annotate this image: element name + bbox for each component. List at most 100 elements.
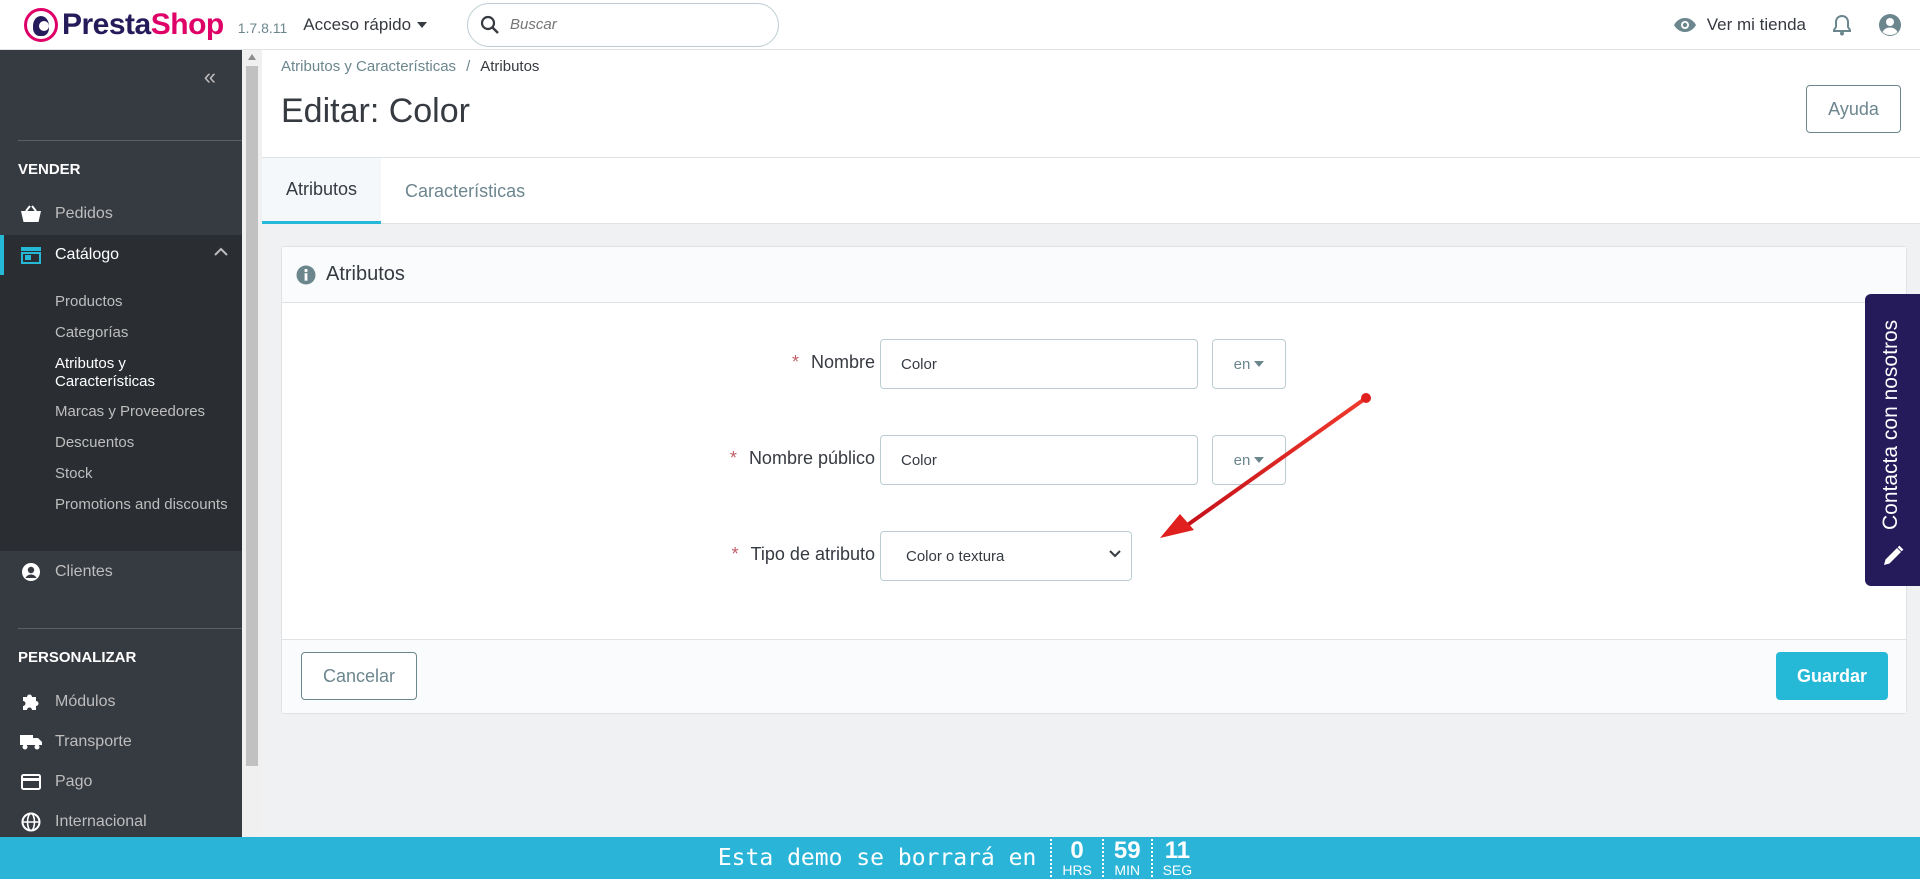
globe-icon xyxy=(21,812,41,832)
sidebar-item-shipping[interactable]: Transporte xyxy=(0,722,242,762)
hours-value: 0 xyxy=(1070,837,1084,864)
tab-attributes[interactable]: Atributos xyxy=(262,158,382,224)
prestashop-logo[interactable]: PrestaShop xyxy=(24,7,225,42)
name-language-dropdown[interactable]: en xyxy=(1212,339,1286,389)
sidebar-item-modules[interactable]: Módulos xyxy=(0,682,242,722)
sidebar-subitem-promotions[interactable]: Promotions and discounts xyxy=(55,496,230,514)
required-mark: * xyxy=(731,544,739,564)
view-store-link[interactable]: Ver mi tienda xyxy=(1673,15,1806,35)
form-row-name: * Nombre en xyxy=(282,339,1906,389)
hours-unit: HRS xyxy=(1062,862,1092,878)
sidebar-subitem-brands[interactable]: Marcas y Proveedores xyxy=(55,403,230,421)
countdown-seconds: 11 SEG xyxy=(1150,837,1203,878)
chevron-up-icon xyxy=(214,247,228,256)
demo-message: Esta demo se borrará en xyxy=(717,845,1037,871)
form-row-public-name: *Nombre público en xyxy=(282,435,1906,485)
sidebar-subitem-categories[interactable]: Categorías xyxy=(55,324,230,342)
sidebar-divider xyxy=(18,628,242,629)
truck-icon xyxy=(20,735,42,750)
attribute-type-select[interactable]: Color o textura xyxy=(880,531,1132,581)
sidebar-divider xyxy=(18,140,242,141)
card-header: Atributos xyxy=(282,247,1906,303)
sidebar-item-catalog[interactable]: Catálogo xyxy=(0,235,242,275)
sidebar-item-label: Pedidos xyxy=(55,205,113,222)
breadcrumb-link-parent[interactable]: Atributos y Características xyxy=(281,58,456,75)
search-icon xyxy=(480,15,499,34)
label-text: Nombre xyxy=(810,352,875,372)
page-title: Editar: Color xyxy=(281,92,470,130)
puffin-logo-icon xyxy=(24,7,58,42)
form-row-attribute-type: * Tipo de atributo Color o textura xyxy=(282,531,1906,581)
minutes-value: 59 xyxy=(1113,837,1141,864)
demo-countdown-bar: Esta demo se borrará en 0 HRS 59 MIN 11 SEG xyxy=(0,837,1920,879)
label-text: Nombre público xyxy=(748,448,875,468)
countdown-minutes: 59 MIN xyxy=(1101,837,1151,878)
card-title: Atributos xyxy=(326,263,405,285)
sidebar-subitem-products[interactable]: Productos xyxy=(55,293,230,311)
seconds-unit: SEG xyxy=(1162,862,1193,878)
save-button[interactable]: Guardar xyxy=(1776,652,1888,700)
sidebar-item-orders[interactable]: Pedidos xyxy=(0,194,242,234)
notifications-bell-icon[interactable] xyxy=(1832,14,1852,36)
sidebar-item-international[interactable]: Internacional xyxy=(0,802,242,842)
attribute-type-label: * Tipo de atributo xyxy=(732,544,875,565)
sidebar-item-customers[interactable]: Clientes xyxy=(0,552,242,592)
chevron-down-icon xyxy=(1109,550,1121,558)
collapse-sidebar-icon[interactable]: « xyxy=(204,64,216,90)
credit-card-icon xyxy=(21,774,41,790)
eye-icon xyxy=(1673,18,1696,32)
pencil-icon xyxy=(1884,545,1904,565)
contact-us-label: Contacta con nosotros xyxy=(1879,319,1902,530)
attribute-type-value: Color o textura xyxy=(906,547,1005,565)
sidebar-subitem-stock[interactable]: Stock xyxy=(55,465,230,483)
required-mark: * xyxy=(791,352,799,372)
info-icon xyxy=(296,265,316,284)
tab-features[interactable]: Características xyxy=(381,158,549,224)
breadcrumb-current: Atributos xyxy=(480,58,540,75)
sidebar-item-payment[interactable]: Pago xyxy=(0,762,242,802)
sidebar-item-label: Internacional xyxy=(55,813,147,830)
page-scrollbar[interactable] xyxy=(242,50,262,837)
sidebar-subitem-discounts[interactable]: Descuentos xyxy=(55,434,230,452)
tab-bar: Atributos Características xyxy=(262,157,1920,224)
countdown-hours: 0 HRS xyxy=(1050,839,1102,877)
seconds-value: 11 xyxy=(1164,837,1191,864)
sidebar-item-label: Catálogo xyxy=(55,246,120,263)
shopping-basket-icon xyxy=(21,205,41,222)
store-icon xyxy=(21,247,41,264)
contact-us-tab[interactable]: Contacta con nosotros xyxy=(1865,294,1920,586)
sidebar-item-label: Clientes xyxy=(55,563,113,580)
sidebar-nav: « VENDER Pedidos Catálogo Productos Cate… xyxy=(0,50,242,837)
sidebar-section-sell: VENDER xyxy=(18,161,81,178)
name-input[interactable] xyxy=(880,339,1198,389)
top-header: PrestaShop 1.7.8.11 Acceso rápido Ver mi… xyxy=(0,0,1920,50)
scrollbar-thumb[interactable] xyxy=(246,66,258,766)
label-text: Tipo de atributo xyxy=(750,544,875,564)
search-box[interactable] xyxy=(467,2,780,47)
sidebar-item-label: Módulos xyxy=(55,693,116,710)
version-label: 1.7.8.11 xyxy=(237,19,288,36)
quick-access-label: Acceso rápido xyxy=(303,14,412,34)
user-account-icon[interactable] xyxy=(1878,13,1902,37)
required-mark: * xyxy=(729,448,737,468)
caret-down-icon xyxy=(1254,361,1265,367)
puzzle-icon xyxy=(23,694,39,710)
minutes-unit: MIN xyxy=(1114,862,1141,878)
logo-text-presta: Presta xyxy=(62,7,151,41)
attribute-form-card: Atributos *Nombre en *Nombre público en … xyxy=(281,246,1907,714)
sidebar-item-label: Pago xyxy=(55,773,93,790)
cancel-button[interactable]: Cancelar xyxy=(301,652,417,700)
language-code: en xyxy=(1233,355,1251,373)
help-button[interactable]: Ayuda xyxy=(1806,85,1901,133)
logo-text-shop: Shop xyxy=(150,7,225,41)
annotation-arrow xyxy=(1160,393,1371,538)
user-circle-icon xyxy=(22,563,40,581)
quick-access-dropdown[interactable]: Acceso rápido xyxy=(303,14,428,35)
search-input[interactable] xyxy=(510,16,751,33)
sidebar-section-customize: PERSONALIZAR xyxy=(18,649,137,666)
scroll-up-arrow-icon[interactable] xyxy=(248,54,256,60)
sidebar-subitem-attributes[interactable]: Atributos y Características xyxy=(55,355,230,391)
breadcrumb: Atributos y Características / Atributos xyxy=(281,58,540,75)
sidebar-item-label: Transporte xyxy=(55,733,132,750)
caret-down-icon xyxy=(417,21,428,28)
